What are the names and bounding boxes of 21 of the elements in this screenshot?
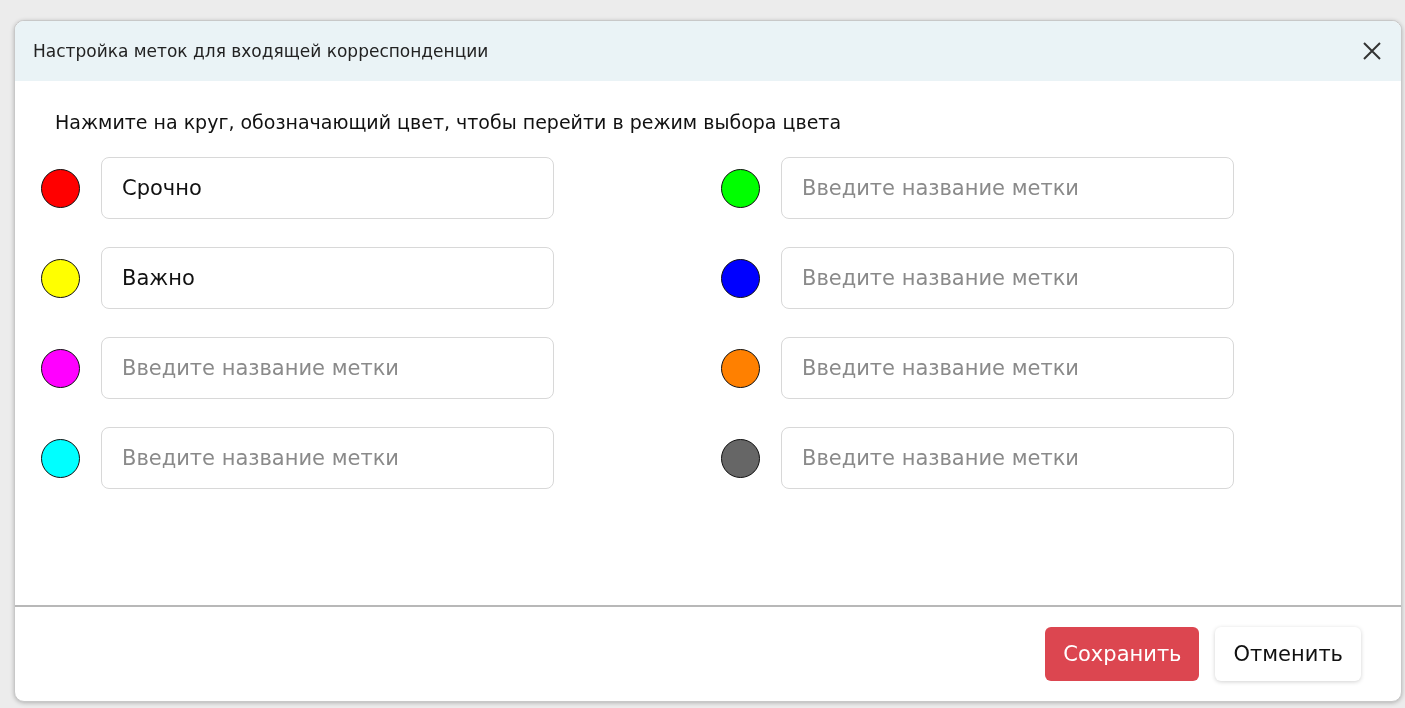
label-name-field[interactable]: Введите название метки — [781, 337, 1234, 399]
cancel-button[interactable]: Отменить — [1215, 627, 1361, 681]
color-dot[interactable] — [721, 438, 760, 478]
instruction-text: Нажмите на круг, обозначающий цвет, чтобы перейти в режим выбора цвета — [55, 111, 843, 133]
label-name-field[interactable]: Срочно — [101, 157, 554, 219]
label-name-field[interactable]: Введите название метки — [781, 427, 1234, 489]
label-name-field[interactable]: Введите название метки — [101, 337, 554, 399]
color-dot[interactable] — [41, 258, 80, 298]
color-dot[interactable] — [721, 348, 760, 388]
color-dot[interactable] — [41, 348, 80, 388]
color-dot[interactable] — [721, 258, 760, 298]
color-dot[interactable] — [721, 168, 760, 208]
label-name-field[interactable]: Введите название метки — [781, 157, 1234, 219]
save-button[interactable]: Сохранить — [1045, 627, 1200, 681]
label-name-field[interactable]: Важно — [101, 247, 554, 309]
close-icon[interactable] — [1361, 40, 1383, 62]
dialog-title: Настройка меток для входящей корреспонденции — [33, 41, 489, 61]
color-dot[interactable] — [41, 168, 80, 208]
label-name-field[interactable]: Введите название метки — [781, 247, 1234, 309]
color-dot[interactable] — [41, 438, 80, 478]
label-name-field[interactable]: Введите название метки — [101, 427, 554, 489]
